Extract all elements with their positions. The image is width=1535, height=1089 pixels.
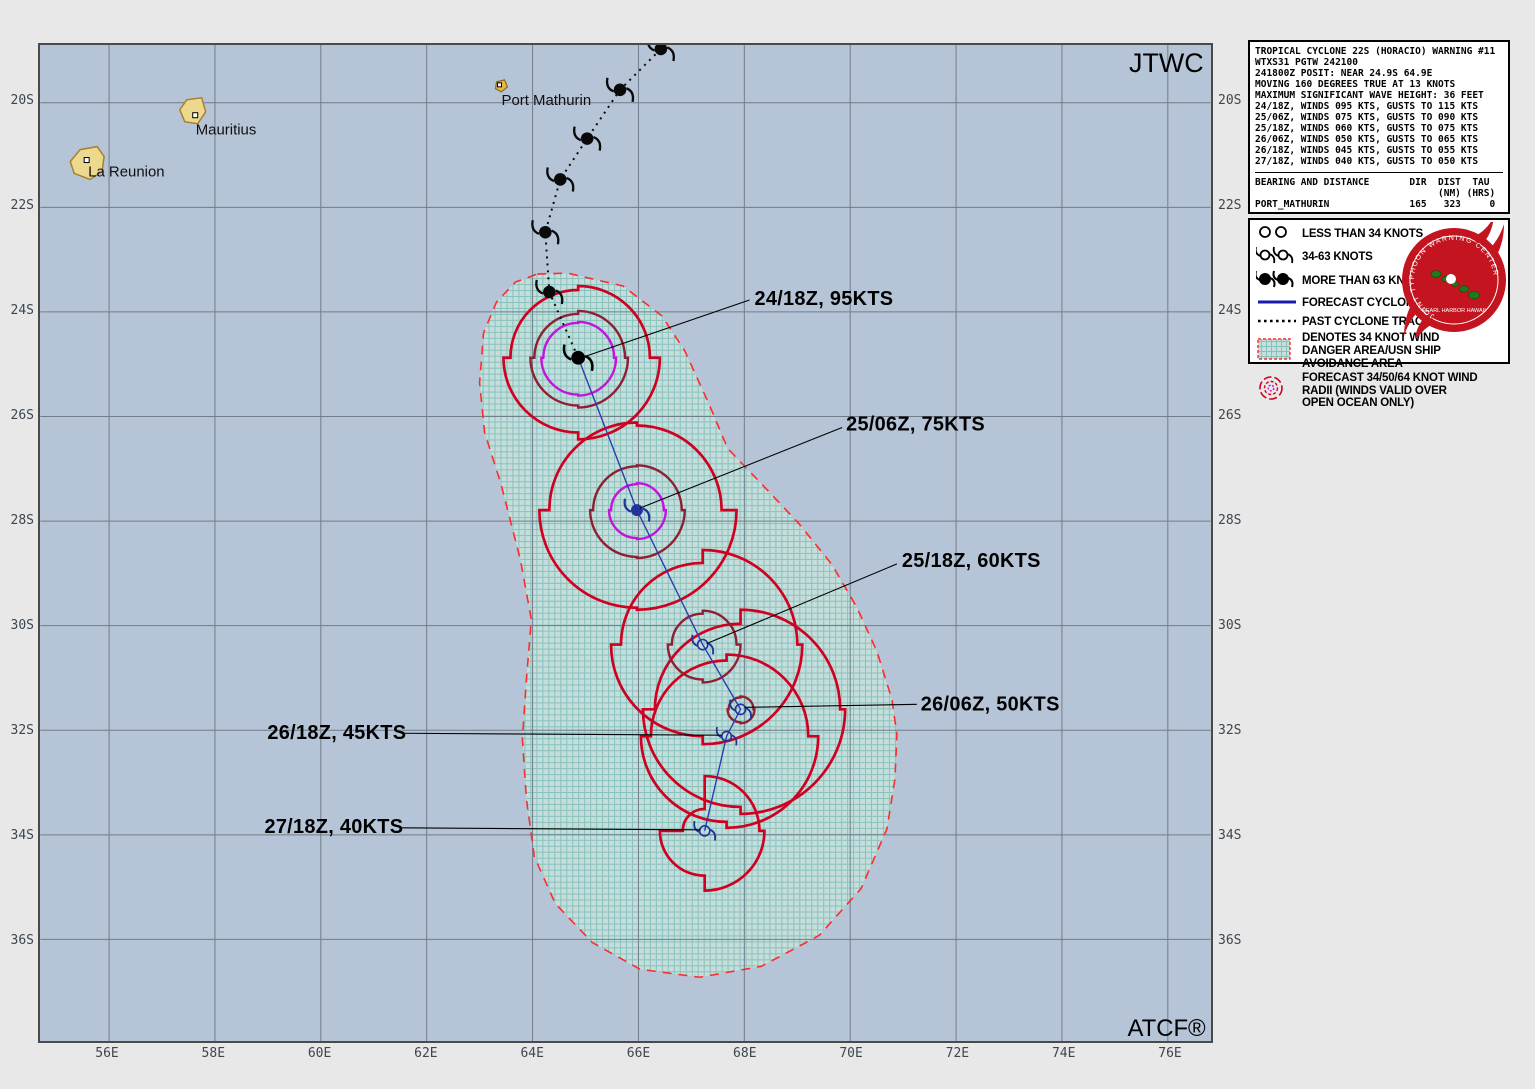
cyclone-track-map: Mauritius La Reunion Port Mathurin 24/18… (38, 43, 1213, 1043)
annotation-24-18z: 24/18Z, 95KTS (754, 288, 893, 310)
lat-tick-label: 20S (4, 93, 34, 108)
legend-label: FORECAST 34/50/64 KNOT WIND RADII (WINDS… (1302, 372, 1480, 411)
lat-tick-label: 34S (1218, 828, 1248, 843)
annotation-25-06z: 25/06Z, 75KTS (846, 413, 985, 435)
lat-tick-label: 34S (4, 828, 34, 843)
past-position-symbol (648, 45, 674, 61)
past-position-symbol (547, 167, 573, 191)
mauritius-marker (193, 113, 198, 118)
lat-tick-label: 32S (4, 723, 34, 738)
past-track-dotted-icon (1256, 313, 1302, 331)
lat-tick-label: 24S (1218, 303, 1248, 318)
lat-tick-label: 28S (1218, 513, 1248, 528)
lon-tick-label: 72E (942, 1046, 972, 1061)
lat-tick-label: 36S (4, 933, 34, 948)
bearing-distance-table: BEARING AND DISTANCE DIR DIST TAU (NM) (… (1255, 177, 1503, 210)
island-label-mauritius: Mauritius (196, 122, 257, 139)
danger-area-swatch-icon (1256, 336, 1302, 367)
lat-tick-label: 22S (1218, 198, 1248, 213)
atcf-watermark: ATCF® (1127, 1015, 1206, 1041)
warning-text: TROPICAL CYCLONE 22S (HORACIO) WARNING #… (1255, 46, 1503, 167)
open-circle-icon (1256, 224, 1302, 245)
lon-tick-label: 74E (1049, 1046, 1079, 1061)
lat-tick-label: 20S (1218, 93, 1248, 108)
jtwc-seal: JOINT TYPHOON WARNING CENTER PEARL HARBO… (1396, 222, 1512, 338)
mauritius-island (180, 98, 206, 124)
island-label-la-reunion: La Reunion (88, 163, 164, 180)
past-position-symbol (532, 220, 558, 244)
port-mathurin-marker (498, 83, 502, 87)
lat-tick-label: 28S (4, 513, 34, 528)
forecast-track-line-icon (1256, 294, 1302, 312)
lat-tick-label: 22S (4, 198, 34, 213)
legend-row-wind-radii: FORECAST 34/50/64 KNOT WIND RADII (WINDS… (1256, 372, 1504, 411)
past-position-symbol (607, 78, 633, 102)
annotation-27-18z: 27/18Z, 40KTS (264, 816, 403, 838)
lat-tick-label: 30S (1218, 618, 1248, 633)
lat-tick-label: 26S (1218, 408, 1248, 423)
wind-radii-icon (1256, 373, 1302, 408)
jtwc-watermark: JTWC (1129, 48, 1204, 78)
lat-tick-label: 26S (4, 408, 34, 423)
annotation-26-18z: 26/18Z, 45KTS (267, 722, 406, 744)
lon-tick-label: 66E (624, 1046, 654, 1061)
la-reunion-marker (84, 158, 89, 163)
lon-tick-label: 60E (305, 1046, 335, 1061)
past-position-symbol (574, 127, 600, 151)
lon-tick-label: 56E (92, 1046, 122, 1061)
tropical-storm-icon (1256, 246, 1302, 269)
island-label-port-mathurin: Port Mathurin (501, 92, 591, 109)
divider (1255, 172, 1503, 173)
lat-tick-label: 36S (1218, 933, 1248, 948)
lon-tick-label: 58E (198, 1046, 228, 1061)
lon-tick-label: 62E (411, 1046, 441, 1061)
lon-tick-label: 64E (517, 1046, 547, 1061)
lat-tick-label: 32S (1218, 723, 1248, 738)
hurricane-icon (1256, 270, 1302, 293)
map-canvas: Mauritius La Reunion Port Mathurin 24/18… (40, 45, 1211, 1041)
lon-tick-label: 68E (730, 1046, 760, 1061)
annotation-26-06z: 26/06Z, 50KTS (921, 693, 1060, 715)
warning-text-box: TROPICAL CYCLONE 22S (HORACIO) WARNING #… (1248, 40, 1510, 214)
lat-tick-label: 30S (4, 618, 34, 633)
legend-box: LESS THAN 34 KNOTS 34-63 KNOTS (1248, 218, 1510, 364)
atcf-screen: Mauritius La Reunion Port Mathurin 24/18… (0, 0, 1535, 1089)
legend-label: 34-63 KNOTS (1302, 251, 1373, 264)
lon-tick-label: 76E (1155, 1046, 1185, 1061)
lon-tick-label: 70E (836, 1046, 866, 1061)
lat-tick-label: 24S (4, 303, 34, 318)
seal-sub-text: PEARL HARBOR HAWAII (1422, 308, 1486, 314)
annotation-25-18z: 25/18Z, 60KTS (902, 550, 1041, 572)
